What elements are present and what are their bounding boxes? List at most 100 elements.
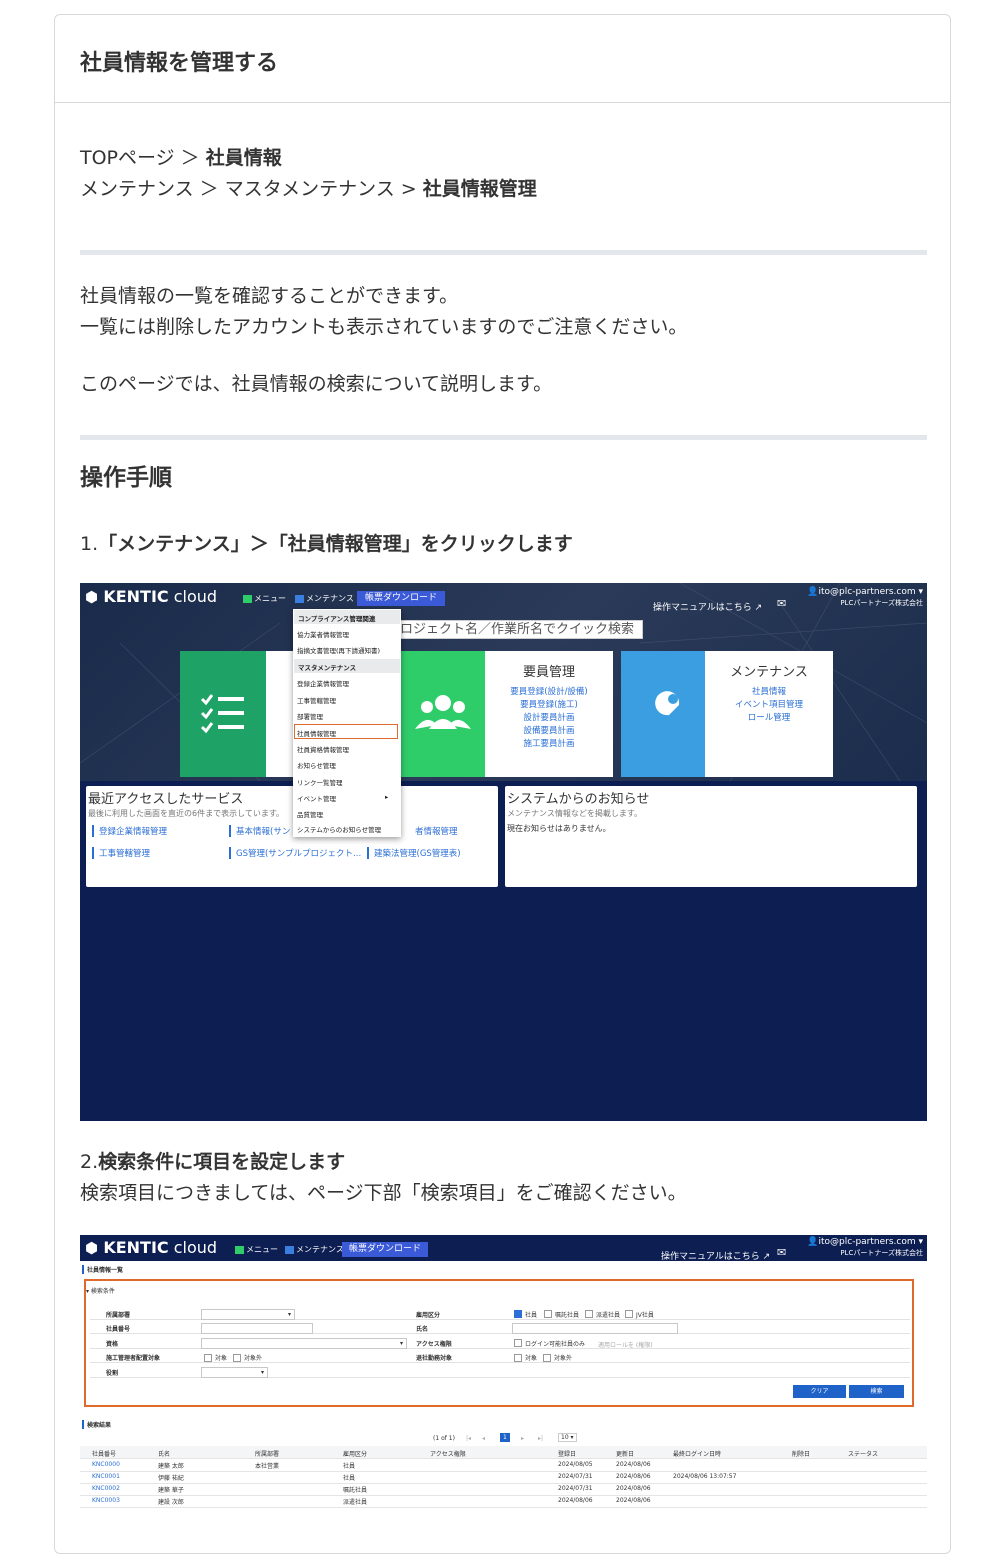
clear-button[interactable]: クリア — [793, 1385, 846, 1398]
user-email: ito@plc-partners.com ▾ — [818, 1237, 924, 1247]
employee-no-link[interactable]: KNC0001 — [92, 1473, 120, 1480]
page-title: 社員情報を管理する — [80, 51, 279, 76]
nav-menu[interactable]: メニュー — [235, 1244, 278, 1255]
dropdown-item[interactable]: 品質管理 — [297, 809, 323, 819]
tile-link[interactable]: 要員登録(施工) — [485, 699, 613, 712]
manual-link[interactable]: 操作マニュアルはこちら ↗ — [661, 1249, 770, 1262]
option-label: 嘱託社員 — [555, 1312, 580, 1319]
table-column-header[interactable]: 登録日 — [558, 1449, 576, 1458]
table-column-header[interactable]: 最終ログイン日時 — [673, 1449, 721, 1458]
nav-maintenance[interactable]: メンテナンス — [285, 1244, 344, 1255]
pager-prev-icon[interactable]: ◂ — [482, 1435, 485, 1442]
table-column-header[interactable]: 社員番号 — [92, 1449, 116, 1458]
emp-type-checkbox-checked[interactable] — [514, 1310, 522, 1318]
tile-link[interactable]: 設備要員計画 — [485, 725, 613, 738]
brand-logo[interactable]: ⬢ KENTIC cloud — [85, 1238, 217, 1257]
recent-sub: 最後に利用した画面を直近の6件まで表示しています。 — [88, 809, 285, 818]
role-select[interactable]: ▾ — [201, 1367, 268, 1378]
dropdown-item[interactable]: リンク一覧管理 — [297, 777, 343, 787]
retired-nontarget-checkbox[interactable] — [543, 1354, 551, 1362]
table-row[interactable] — [80, 1484, 927, 1496]
employee-no-link[interactable]: KNC0002 — [92, 1485, 120, 1492]
table-cell: 2024/08/06 — [616, 1485, 651, 1492]
login-only-checkbox[interactable] — [514, 1339, 522, 1347]
mail-icon[interactable]: ✉ — [777, 1246, 786, 1259]
nav-menu[interactable]: メニュー — [243, 593, 286, 604]
qualification-select[interactable]: ▾ — [201, 1338, 407, 1349]
recent-link[interactable]: 工事管轄管理 — [92, 847, 150, 859]
user-icon: 👤 — [807, 587, 819, 597]
download-button[interactable]: 帳票ダウンロード — [342, 1242, 428, 1257]
tile-link[interactable]: 設計要員計画 — [485, 712, 613, 725]
assign-nontarget-checkbox[interactable] — [233, 1354, 241, 1362]
user-menu[interactable]: 👤ito@plc-partners.com ▾ PLCパートナーズ株式会社 — [807, 587, 923, 609]
table-row[interactable] — [80, 1472, 927, 1484]
download-button[interactable]: 帳票ダウンロード — [357, 591, 445, 606]
employee-no-link[interactable]: KNC0000 — [92, 1461, 120, 1468]
mail-icon[interactable]: ✉ — [777, 597, 786, 610]
dropdown-item[interactable]: 部署管理 — [297, 711, 323, 721]
table-row[interactable] — [80, 1460, 927, 1472]
manual-link[interactable]: 操作マニュアルはこちら ↗ — [653, 600, 762, 613]
dropdown-item[interactable]: 登録企業情報管理 — [297, 678, 349, 688]
step-number: 1. — [80, 533, 99, 555]
recent-link[interactable]: 建築法管理(GS管理表) — [367, 847, 461, 859]
dropdown-item[interactable]: 社員資格情報管理 — [297, 744, 349, 754]
pager-next-icon[interactable]: ▸ — [521, 1435, 524, 1442]
pager-last-icon[interactable]: ▸| — [538, 1435, 543, 1442]
tile-link[interactable]: 施工要員計画 — [485, 738, 613, 751]
tile-link[interactable]: イベント項目管理 — [705, 699, 833, 712]
table-column-header[interactable]: 更新日 — [616, 1449, 634, 1458]
name-input[interactable] — [512, 1323, 678, 1334]
table-column-header[interactable]: 所属部署 — [255, 1449, 279, 1458]
dropdown-item[interactable]: 工事管轄管理 — [297, 695, 336, 705]
recent-link[interactable]: 者情報管理 — [410, 825, 458, 837]
emp-type-checkbox[interactable] — [625, 1310, 633, 1318]
tile-staff[interactable]: 要員管理 要員登録(設計/設備) 要員登録(施工) 設計要員計画 設備要員計画 … — [401, 651, 613, 777]
tile-list[interactable] — [180, 651, 300, 777]
dropdown-item[interactable]: お知らせ管理 — [297, 760, 336, 770]
tile-link[interactable]: 要員登録(設計/設備) — [485, 686, 613, 699]
search-button[interactable]: 検索 — [849, 1385, 904, 1398]
dropdown-item[interactable]: 指摘文書管理(再下請通知書) — [297, 645, 380, 655]
department-select[interactable]: ▾ — [201, 1309, 295, 1320]
access-role-select[interactable]: 適用ロールを (権限) — [598, 1340, 653, 1349]
user-menu[interactable]: 👤ito@plc-partners.com ▾ PLCパートナーズ株式会社 — [807, 1237, 923, 1259]
tile-link[interactable]: 社員情報 — [705, 686, 833, 699]
dropdown-item[interactable]: システムからのお知らせ管理 — [297, 824, 381, 834]
menu-icon — [243, 594, 252, 603]
manual-card: 社員情報を管理する TOPページ ＞ 社員情報 メンテナンス ＞ マスタメンテナ… — [54, 14, 951, 1554]
emp-type-checkbox[interactable] — [585, 1310, 593, 1318]
brand-logo[interactable]: ⬢ KENTIC cloud — [85, 587, 217, 606]
breadcrumb-bold-1: 社員情報 — [205, 147, 282, 169]
employee-no-input[interactable] — [201, 1323, 313, 1334]
pager-first-icon[interactable]: |◂ — [466, 1435, 471, 1442]
recent-link[interactable]: GS管理(サンプルプロジェクト... — [229, 847, 361, 859]
tile-maintenance[interactable]: メンテナンス 社員情報 イベント項目管理 ロール管理 — [621, 651, 833, 777]
tile-link[interactable]: ロール管理 — [705, 712, 833, 725]
dropdown-item-employee[interactable]: 社員情報管理 — [297, 728, 336, 738]
employee-no-link[interactable]: KNC0003 — [92, 1497, 120, 1504]
emp-type-checkbox[interactable] — [544, 1310, 552, 1318]
table-column-header[interactable]: 雇用区分 — [343, 1449, 367, 1458]
manual-link-label: 操作マニュアルはこちら — [661, 1252, 760, 1262]
screenshot-menu: ⬢ KENTIC cloud メニュー メンテナンス 帳票ダウンロード 操作マニ… — [80, 583, 927, 1121]
recent-link[interactable]: 基本情報(サン — [229, 825, 290, 837]
option-label: 派遣社員 — [596, 1312, 621, 1319]
recent-link[interactable]: 登録企業情報管理 — [92, 825, 167, 837]
dropdown-item[interactable]: 協力業者情報管理 — [297, 629, 349, 639]
retired-target-checkbox[interactable] — [514, 1354, 522, 1362]
quick-search-input[interactable]: ロジェクト名／作業所名でクイック検索 — [395, 620, 643, 639]
table-column-header[interactable]: 氏名 — [158, 1449, 170, 1458]
table-column-header[interactable]: 削除日 — [792, 1449, 810, 1458]
table-column-header[interactable]: アクセス権限 — [430, 1449, 466, 1458]
nav-maintenance[interactable]: メンテナンス — [295, 593, 354, 604]
search-conditions-toggle[interactable]: ▾ 検索条件 — [86, 1286, 115, 1295]
table-cell: 2024/08/06 13:07:57 — [673, 1473, 737, 1480]
table-row[interactable] — [80, 1496, 927, 1508]
pager-size-select[interactable]: 10 ▾ — [558, 1433, 577, 1442]
assign-target-checkbox[interactable] — [204, 1354, 212, 1362]
table-column-header[interactable]: ステータス — [848, 1449, 878, 1458]
pager-current[interactable]: 1 — [500, 1433, 510, 1442]
dropdown-item[interactable]: イベント管理 — [297, 793, 336, 803]
